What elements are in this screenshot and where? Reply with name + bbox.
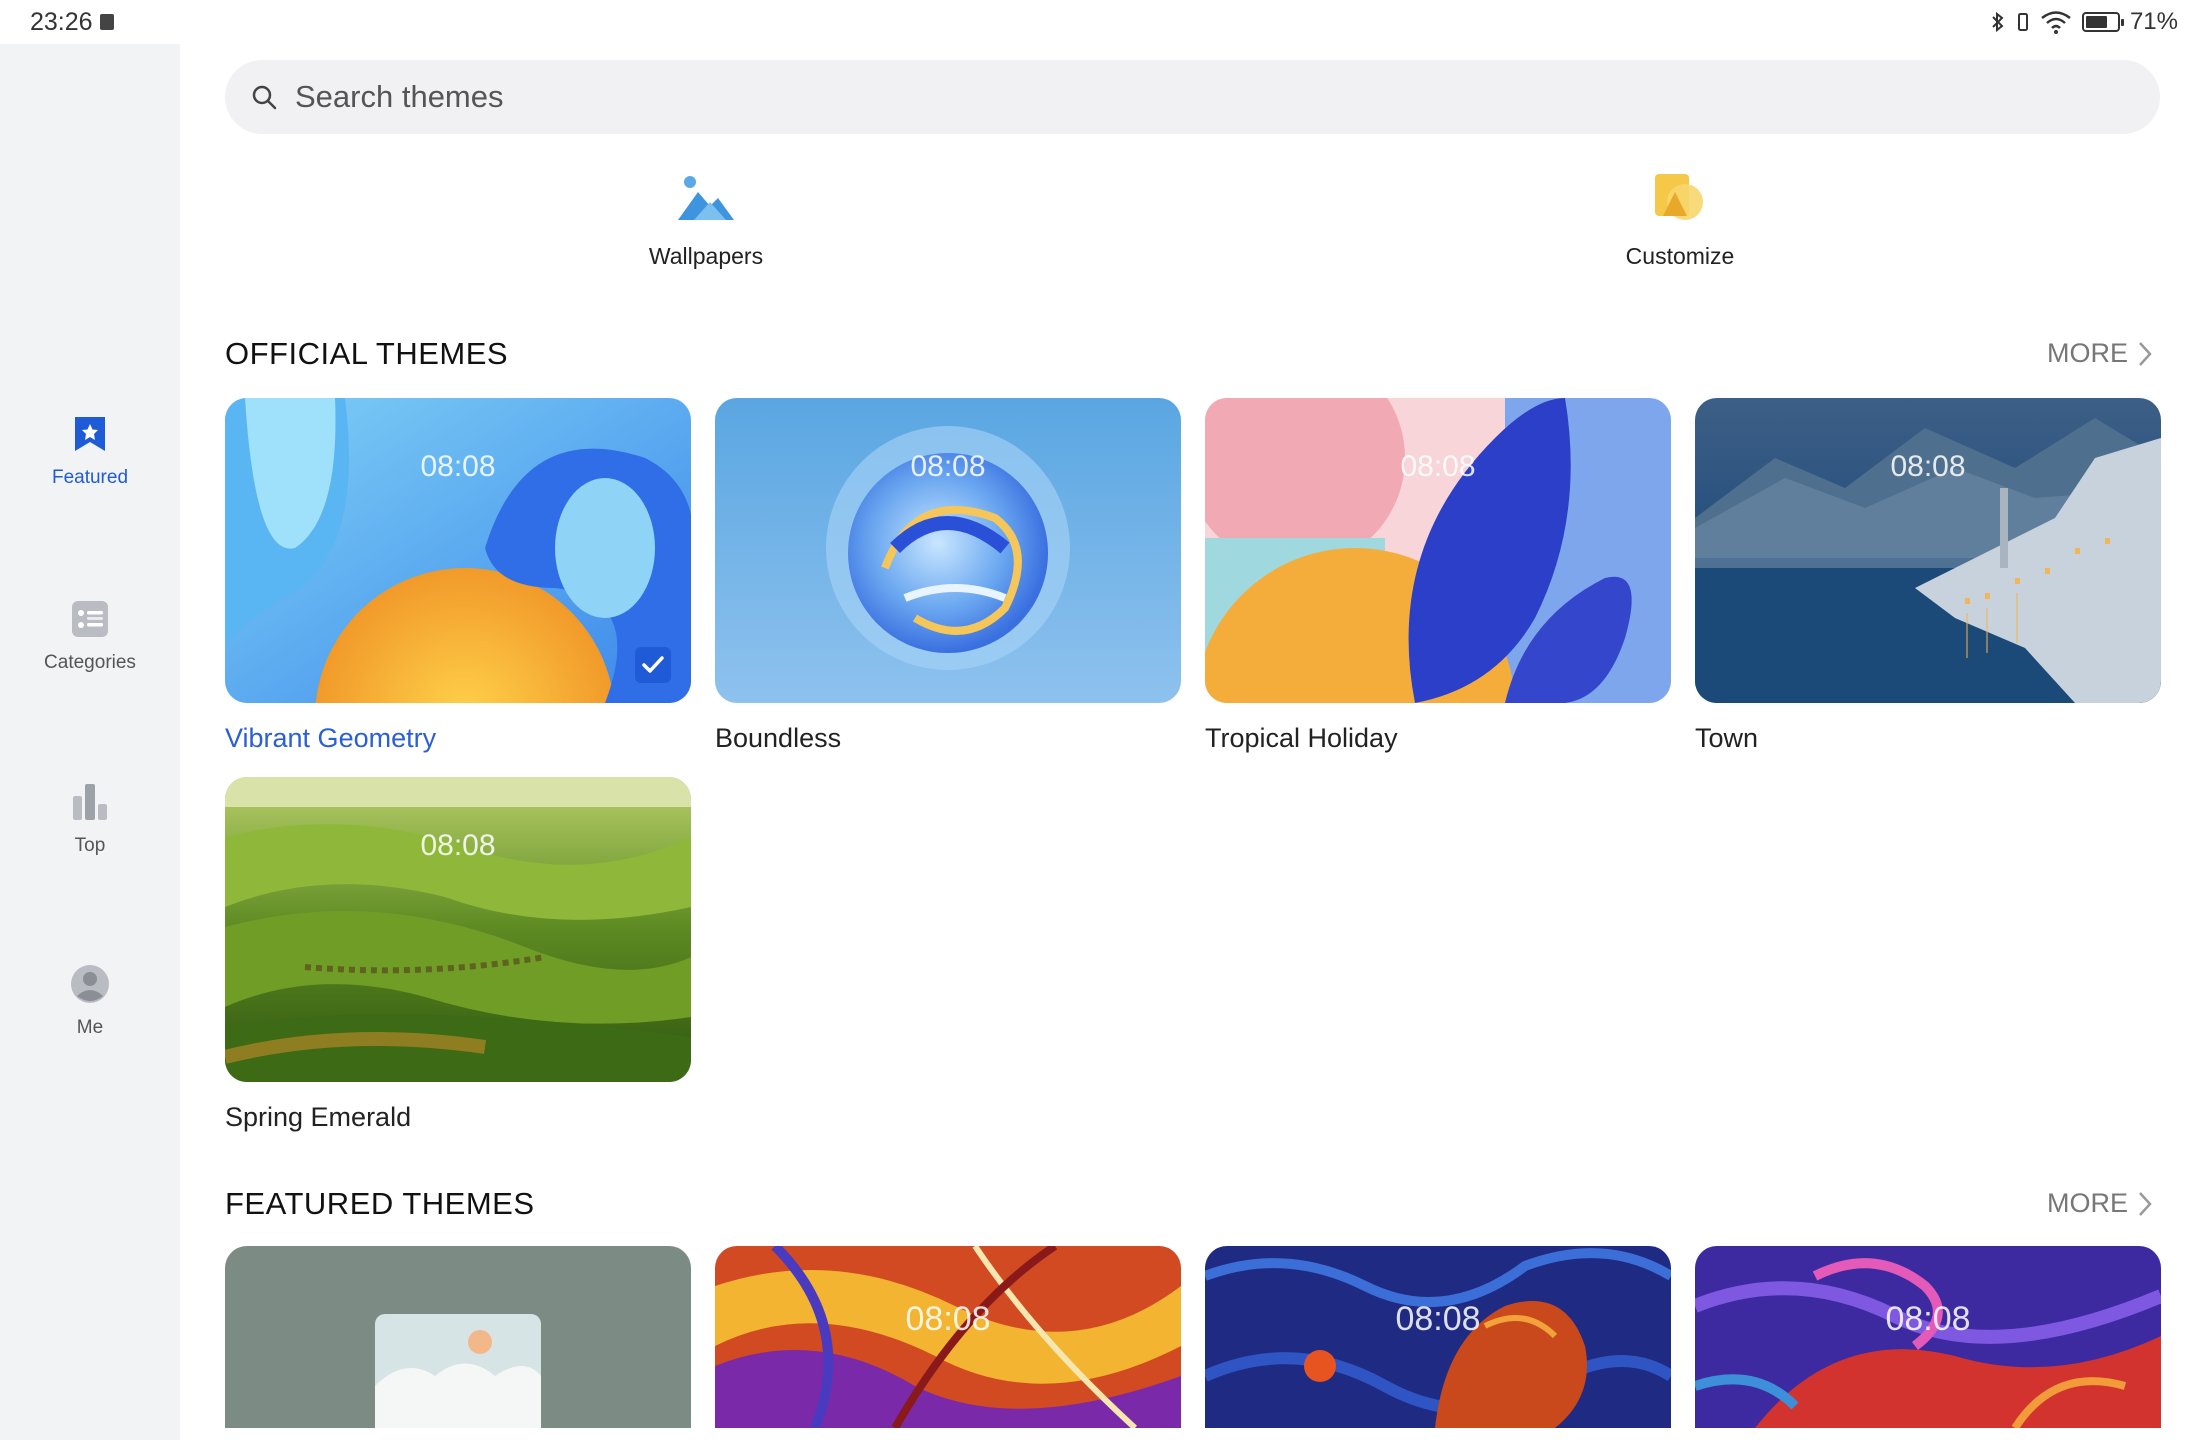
featured-bookmark-icon xyxy=(75,417,105,451)
wallpapers-icon xyxy=(678,176,734,220)
sidebar-item-featured[interactable]: Featured xyxy=(0,414,180,489)
vibrate-icon xyxy=(2017,13,2028,31)
customize-shortcut[interactable]: Customize xyxy=(1530,172,1830,270)
theme-title: Boundless xyxy=(715,723,842,753)
theme-thumbnail: 08:08 xyxy=(225,398,691,703)
featured-more-button[interactable]: MORE xyxy=(2047,1188,2152,1219)
top-chart-icon xyxy=(73,784,107,820)
official-more-button[interactable]: MORE xyxy=(2047,338,2152,369)
theme-clock: 08:08 xyxy=(910,450,986,483)
featured-theme-thumbnail xyxy=(225,1246,691,1428)
search-input[interactable] xyxy=(295,79,1995,115)
sidebar-item-label: Me xyxy=(76,1017,104,1038)
theme-thumbnail: 08:08 xyxy=(1695,398,2161,703)
sidebar-item-label: Featured xyxy=(51,467,129,488)
featured-theme-card[interactable]: 08:08 xyxy=(1205,1246,1671,1428)
categories-list-icon xyxy=(72,601,108,637)
theme-title: Town xyxy=(1695,723,1759,753)
wallpapers-shortcut[interactable]: Wallpapers xyxy=(556,172,856,270)
theme-clock: 08:08 xyxy=(1890,450,1966,483)
sidebar-item-label: Top xyxy=(74,835,106,856)
theme-clock: 08:08 xyxy=(420,829,496,862)
wifi-icon xyxy=(2041,11,2071,34)
theme-clock: 08:08 xyxy=(1885,1300,1971,1338)
battery-icon xyxy=(2081,12,2124,32)
theme-thumbnail: 08:08 xyxy=(225,777,691,1082)
featured-theme-card[interactable] xyxy=(225,1246,691,1428)
theme-clock: 08:08 xyxy=(1395,1300,1481,1338)
theme-clock: 08:08 xyxy=(1400,450,1476,483)
checkmark-icon xyxy=(642,656,664,673)
status-time: 23:26 xyxy=(30,8,93,36)
theme-thumbnail: 08:08 xyxy=(715,398,1181,703)
theme-card-tropical-holiday[interactable]: 08:08 Tropical Holiday xyxy=(1205,398,1671,754)
chevron-right-icon xyxy=(2139,341,2152,366)
featured-themes-title: FEATURED THEMES xyxy=(225,1186,535,1221)
selected-check-badge xyxy=(635,647,671,683)
bluetooth-icon xyxy=(1992,11,2004,33)
sidebar-item-label: Categories xyxy=(44,652,136,673)
theme-title: Tropical Holiday xyxy=(1205,723,1398,753)
search-icon xyxy=(252,85,277,110)
sidebar-item-me[interactable]: Me xyxy=(0,964,180,1039)
customize-icon xyxy=(1655,174,1703,220)
sidebar: Featured Categories Top Me xyxy=(0,44,180,1440)
theme-card-spring-emerald[interactable]: 08:08 Spring Emerald xyxy=(225,777,691,1133)
theme-thumbnail: 08:08 xyxy=(1205,398,1671,703)
theme-title: Vibrant Geometry xyxy=(225,723,437,753)
battery-percent: 71% xyxy=(2129,8,2178,35)
theme-title: Spring Emerald xyxy=(225,1102,412,1132)
shortcut-label: Customize xyxy=(1625,243,1735,269)
search-bar[interactable] xyxy=(225,60,2160,134)
shortcut-label: Wallpapers xyxy=(648,243,764,269)
chevron-right-icon xyxy=(2139,1191,2152,1216)
official-themes-title: OFFICIAL THEMES xyxy=(225,336,509,371)
theme-clock: 08:08 xyxy=(420,450,496,483)
theme-clock: 08:08 xyxy=(905,1300,991,1338)
status-icons: 71% xyxy=(1990,8,2178,36)
status-bar: 23:26 71% xyxy=(0,0,2200,44)
featured-theme-card[interactable]: 08:08 xyxy=(1695,1246,2161,1428)
more-label: MORE xyxy=(2047,1188,2128,1218)
sidebar-item-top[interactable]: Top xyxy=(0,782,180,857)
notification-icon xyxy=(100,14,114,30)
featured-theme-card[interactable]: 08:08 xyxy=(715,1246,1181,1428)
sidebar-item-categories[interactable]: Categories xyxy=(0,599,180,674)
theme-card-vibrant-geometry[interactable]: 08:08 Vibrant Geometry xyxy=(225,398,691,754)
more-label: MORE xyxy=(2047,338,2128,368)
theme-card-town[interactable]: 08:08 Town xyxy=(1695,398,2161,754)
theme-card-boundless[interactable]: 08:08 Boundless xyxy=(715,398,1181,754)
profile-icon xyxy=(71,965,109,1003)
